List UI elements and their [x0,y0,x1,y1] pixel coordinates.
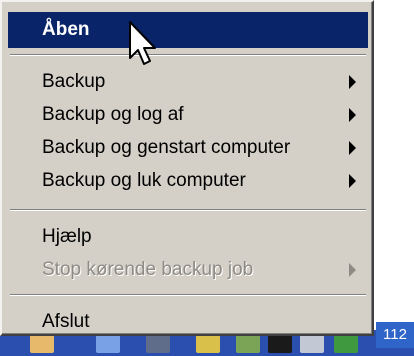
menu-item-label: Afslut [42,311,90,332]
menu-item-backup-shutdown[interactable]: Backup og luk computer [8,164,368,197]
menu-item-help[interactable]: Hjælp [8,220,368,253]
menu-item-label: Stop kørende backup job [42,259,254,280]
submenu-arrow-icon [349,108,356,122]
tray-context-menu: Åben Backup Backup og log af Backup og g… [0,0,374,336]
menu-item-exit[interactable]: Afslut [8,305,368,338]
menu-separator [10,209,366,211]
menu-item-backup[interactable]: Backup [8,65,368,98]
tray-clock[interactable]: 112 [376,322,414,348]
submenu-arrow-icon [349,141,356,155]
arrow-cursor-icon [129,21,156,65]
menu-item-backup-restart[interactable]: Backup og genstart computer [8,131,368,164]
menu-item-open[interactable]: Åben [8,12,368,48]
menu-separator [10,294,366,296]
menu-item-label: Hjælp [42,226,92,247]
menu-item-label: Backup og luk computer [42,170,246,191]
menu-item-label: Backup og genstart computer [42,137,291,158]
menu-item-label: Åben [42,19,90,40]
menu-item-label: Backup [42,71,106,92]
menu-item-stop-backup: Stop kørende backup job [8,253,368,286]
submenu-arrow-icon [349,263,356,277]
menu-separator [10,54,366,56]
menu-item-label: Backup og log af [42,104,184,125]
menu-item-backup-log-off[interactable]: Backup og log af [8,98,368,131]
submenu-arrow-icon [349,174,356,188]
submenu-arrow-icon [349,75,356,89]
